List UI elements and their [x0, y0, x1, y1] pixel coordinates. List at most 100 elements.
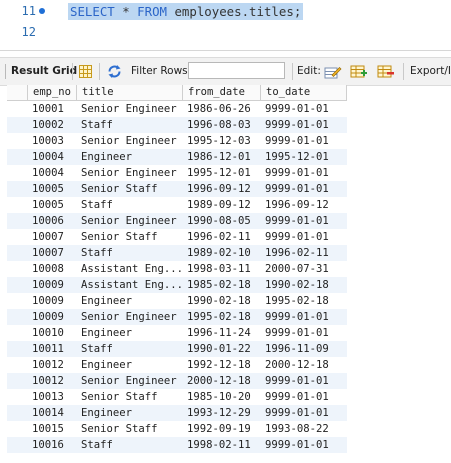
cell-title[interactable]: Staff: [77, 197, 183, 213]
row-selector[interactable]: [7, 261, 28, 277]
cell-title[interactable]: Senior Engineer: [77, 309, 183, 325]
cell-to-date[interactable]: 9999-01-01: [261, 213, 347, 229]
editor-line-12[interactable]: 12: [0, 22, 451, 42]
row-selector[interactable]: [7, 341, 28, 357]
cell-title[interactable]: Engineer: [77, 325, 183, 341]
cell-from-date[interactable]: 1998-02-11: [183, 437, 261, 453]
edit-row-icon[interactable]: [324, 64, 342, 79]
cell-from-date[interactable]: 1996-02-11: [183, 229, 261, 245]
panel-splitter[interactable]: [0, 50, 451, 51]
row-selector[interactable]: [7, 117, 28, 133]
row-selector[interactable]: [7, 325, 28, 341]
cell-to-date[interactable]: 1995-12-01: [261, 149, 347, 165]
table-row[interactable]: 10001 Senior Engineer 1986-06-26 9999-01-01: [7, 101, 347, 117]
cell-to-date[interactable]: 9999-01-01: [261, 133, 347, 149]
cell-title[interactable]: Senior Staff: [77, 229, 183, 245]
cell-from-date[interactable]: 1985-10-20: [183, 389, 261, 405]
cell-title[interactable]: Staff: [77, 341, 183, 357]
table-row[interactable]: 10013 Senior Staff 1985-10-20 9999-01-01: [7, 389, 347, 405]
cell-to-date[interactable]: 9999-01-01: [261, 405, 347, 421]
table-row[interactable]: 10011 Staff 1990-01-22 1996-11-09: [7, 341, 347, 357]
filter-rows-input[interactable]: [188, 62, 285, 79]
cell-title[interactable]: Senior Staff: [77, 181, 183, 197]
cell-to-date[interactable]: 1995-02-18: [261, 293, 347, 309]
cell-emp-no[interactable]: 10009: [28, 293, 77, 309]
row-selector[interactable]: [7, 165, 28, 181]
table-row[interactable]: 10005 Senior Staff 1996-09-12 9999-01-01: [7, 181, 347, 197]
table-row[interactable]: 10010 Engineer 1996-11-24 9999-01-01: [7, 325, 347, 341]
cell-title[interactable]: Staff: [77, 117, 183, 133]
cell-emp-no[interactable]: 10006: [28, 213, 77, 229]
cell-from-date[interactable]: 1989-09-12: [183, 197, 261, 213]
table-row[interactable]: 10012 Senior Engineer 2000-12-18 9999-01-01: [7, 373, 347, 389]
cell-to-date[interactable]: 9999-01-01: [261, 309, 347, 325]
cell-to-date[interactable]: 2000-12-18: [261, 357, 347, 373]
cell-title[interactable]: Senior Engineer: [77, 373, 183, 389]
cell-emp-no[interactable]: 10016: [28, 437, 77, 453]
cell-to-date[interactable]: 9999-01-01: [261, 389, 347, 405]
table-row[interactable]: 10016 Staff 1998-02-11 9999-01-01: [7, 437, 347, 453]
row-selector[interactable]: [7, 293, 28, 309]
row-selector[interactable]: [7, 405, 28, 421]
cell-title[interactable]: Senior Engineer: [77, 101, 183, 117]
cell-title[interactable]: Engineer: [77, 293, 183, 309]
cell-emp-no[interactable]: 10004: [28, 165, 77, 181]
cell-to-date[interactable]: 9999-01-01: [261, 101, 347, 117]
table-row[interactable]: 10014 Engineer 1993-12-29 9999-01-01: [7, 405, 347, 421]
cell-emp-no[interactable]: 10007: [28, 245, 77, 261]
cell-from-date[interactable]: 1995-12-01: [183, 165, 261, 181]
cell-to-date[interactable]: 1993-08-22: [261, 421, 347, 437]
table-row[interactable]: 10009 Assistant Eng... 1985-02-18 1990-02-1…: [7, 277, 347, 293]
row-selector[interactable]: [7, 437, 28, 453]
cell-to-date[interactable]: 9999-01-01: [261, 437, 347, 453]
row-selector[interactable]: [7, 181, 28, 197]
row-selector[interactable]: [7, 245, 28, 261]
result-grid[interactable]: emp_no title from_date to_date 10001 Seni…: [7, 85, 451, 463]
cell-from-date[interactable]: 1986-06-26: [183, 101, 261, 117]
cell-to-date[interactable]: 1996-09-12: [261, 197, 347, 213]
table-row[interactable]: 10015 Senior Staff 1992-09-19 1993-08-22: [7, 421, 347, 437]
cell-title[interactable]: Senior Staff: [77, 389, 183, 405]
cell-from-date[interactable]: 1990-08-05: [183, 213, 261, 229]
cell-title[interactable]: Senior Staff: [77, 421, 183, 437]
table-row[interactable]: 10002 Staff 1996-08-03 9999-01-01: [7, 117, 347, 133]
row-selector-header[interactable]: [7, 85, 28, 101]
cell-emp-no[interactable]: 10009: [28, 277, 77, 293]
cell-from-date[interactable]: 1998-03-11: [183, 261, 261, 277]
cell-from-date[interactable]: 1990-02-18: [183, 293, 261, 309]
cell-emp-no[interactable]: 10008: [28, 261, 77, 277]
cell-emp-no[interactable]: 10014: [28, 405, 77, 421]
cell-emp-no[interactable]: 10004: [28, 149, 77, 165]
cell-from-date[interactable]: 1996-09-12: [183, 181, 261, 197]
cell-title[interactable]: Engineer: [77, 357, 183, 373]
cell-title[interactable]: Senior Engineer: [77, 133, 183, 149]
cell-from-date[interactable]: 1993-12-29: [183, 405, 261, 421]
row-selector[interactable]: [7, 101, 28, 117]
cell-to-date[interactable]: 9999-01-01: [261, 181, 347, 197]
row-selector[interactable]: [7, 373, 28, 389]
row-selector[interactable]: [7, 133, 28, 149]
cell-from-date[interactable]: 1986-12-01: [183, 149, 261, 165]
row-selector[interactable]: [7, 229, 28, 245]
cell-title[interactable]: Senior Engineer: [77, 165, 183, 181]
row-selector[interactable]: [7, 213, 28, 229]
table-row[interactable]: 10006 Senior Engineer 1990-08-05 9999-01-01: [7, 213, 347, 229]
cell-title[interactable]: Assistant Eng...: [77, 261, 183, 277]
cell-from-date[interactable]: 1996-08-03: [183, 117, 261, 133]
cell-title[interactable]: Engineer: [77, 405, 183, 421]
table-row[interactable]: 10003 Senior Engineer 1995-12-03 9999-01-01: [7, 133, 347, 149]
cell-emp-no[interactable]: 10002: [28, 117, 77, 133]
cell-to-date[interactable]: 1996-11-09: [261, 341, 347, 357]
editor-line-11[interactable]: 11 SELECT * FROM employees.titles;: [0, 1, 451, 21]
row-selector[interactable]: [7, 149, 28, 165]
cell-from-date[interactable]: 1995-02-18: [183, 309, 261, 325]
cell-from-date[interactable]: 1992-12-18: [183, 357, 261, 373]
cell-to-date[interactable]: 1996-02-11: [261, 245, 347, 261]
table-row[interactable]: 10004 Senior Engineer 1995-12-01 9999-01-01: [7, 165, 347, 181]
cell-title[interactable]: Staff: [77, 437, 183, 453]
table-row[interactable]: 10007 Staff 1989-02-10 1996-02-11: [7, 245, 347, 261]
cell-to-date[interactable]: 9999-01-01: [261, 229, 347, 245]
cell-title[interactable]: Staff: [77, 245, 183, 261]
table-row[interactable]: 10004 Engineer 1986-12-01 1995-12-01: [7, 149, 347, 165]
cell-title[interactable]: Engineer: [77, 149, 183, 165]
